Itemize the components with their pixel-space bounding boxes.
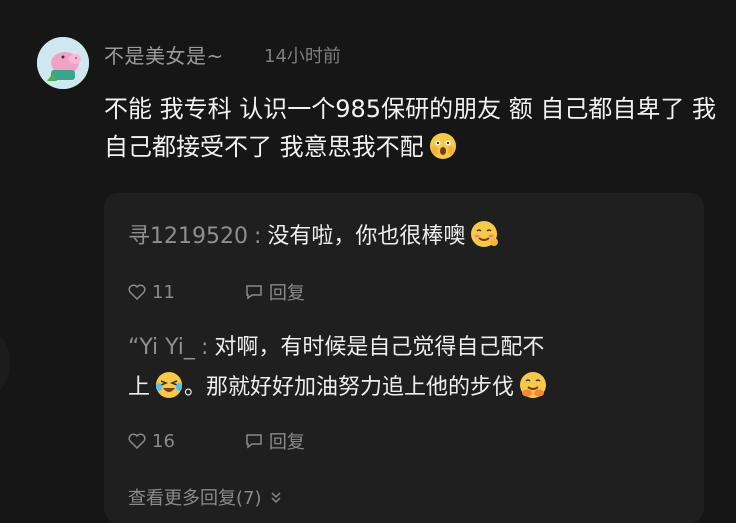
speech-bubble-icon <box>246 434 262 449</box>
heart-outline-icon <box>128 284 146 300</box>
smiling-face-emoji-icon <box>469 219 499 249</box>
view-more-replies-button[interactable]: 查看更多回复(7) <box>128 484 284 510</box>
edge-scroll-button[interactable] <box>0 333 10 393</box>
like-button[interactable]: 16 <box>128 431 175 452</box>
reply-colon: : <box>200 335 209 360</box>
reply-text-line1: 对啊，有时候是自己觉得自己配不 <box>214 335 545 360</box>
shocked-face-emoji-icon <box>428 131 458 161</box>
comment-timestamp: 14小时前 <box>264 46 341 67</box>
reply-2-line2: 上 。那就好好加油努力追上他的步伐 <box>128 368 548 408</box>
reply-1[interactable]: 寻1219520: 没有啦，你也很棒噢 <box>128 217 499 257</box>
view-more-replies-label: 查看更多回复(7) <box>128 488 262 509</box>
reply-text-line2a: 上 <box>128 375 151 400</box>
chevron-double-down-icon <box>270 492 281 504</box>
reply-2-actions: 16 回复 <box>128 428 375 454</box>
reply-username[interactable]: 寻1219520 <box>128 224 248 249</box>
reply-button[interactable]: 回复 <box>245 428 305 454</box>
like-button[interactable]: 11 <box>128 282 175 303</box>
reply-label: 回复 <box>268 432 305 453</box>
reply-username[interactable]: “Yi Yi_ <box>128 335 195 360</box>
heart-outline-icon <box>128 433 146 449</box>
reply-text-line2b: 。那就好好加油努力追上他的步伐 <box>184 375 515 400</box>
hugging-face-emoji-icon <box>518 370 548 400</box>
like-count: 16 <box>152 430 175 452</box>
reply-label: 回复 <box>268 283 305 304</box>
reply-button[interactable]: 回复 <box>245 279 305 305</box>
comment-body: 不能 我专科 认识一个985保研的朋友 额 自己都自卑了 我自己都接受不了 我意… <box>104 90 719 166</box>
reply-text: 没有啦，你也很棒噢 <box>267 224 466 249</box>
speech-bubble-icon <box>246 285 262 300</box>
crying-laughing-emoji-icon <box>154 370 184 400</box>
reply-1-actions: 11 回复 <box>128 279 375 305</box>
like-count: 11 <box>152 281 175 303</box>
reply-2[interactable]: “Yi Yi_: 对啊，有时候是自己觉得自己配不 <box>128 328 544 368</box>
replies-panel: 寻1219520: 没有啦，你也很棒噢 11 回复 “Yi Yi_: 对啊，有时候是… <box>104 193 704 523</box>
reply-colon: : <box>253 224 262 249</box>
comment-text: 不能 我专科 认识一个985保研的朋友 额 自己都自卑了 我自己都接受不了 我意… <box>104 95 716 161</box>
comment-username[interactable]: 不是美女是~ <box>104 40 224 69</box>
avatar[interactable] <box>37 37 89 89</box>
